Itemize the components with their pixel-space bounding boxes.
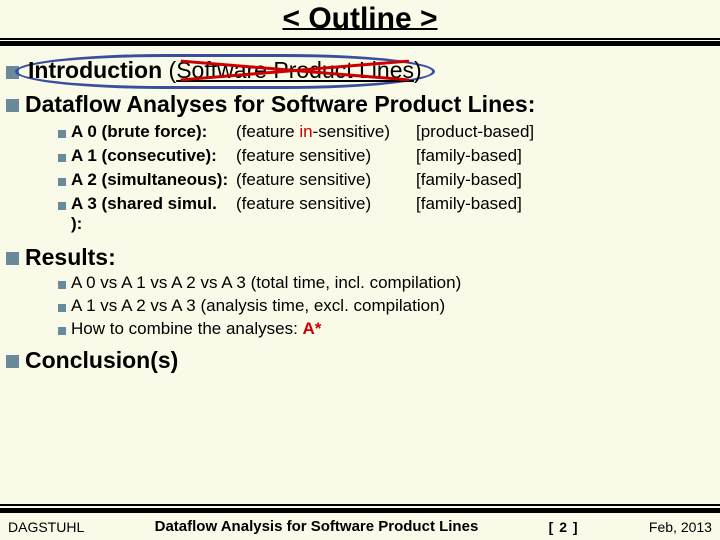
result-text: How to combine the analyses: A* <box>71 319 321 339</box>
bullet-icon <box>58 304 66 312</box>
basis-cell: [family-based] <box>416 170 566 190</box>
algo-name: A 3 (shared simul. ): <box>71 194 231 234</box>
basis-cell: [product-based] <box>416 122 566 142</box>
paren-close: ) <box>414 57 422 83</box>
bullet-icon <box>6 355 19 368</box>
table-row: A 0 (brute force): (feature in-sensitive… <box>58 122 712 142</box>
bullet-icon <box>58 154 66 162</box>
basis-cell: [family-based] <box>416 194 566 214</box>
intro-paren: (Software Product Lines) <box>169 57 422 83</box>
bullet-icon <box>58 178 66 186</box>
basis-cell: [family-based] <box>416 146 566 166</box>
bullet-icon <box>6 99 19 112</box>
footer-rule-thin <box>0 504 720 506</box>
footer-title: Dataflow Analysis for Software Product L… <box>155 518 479 535</box>
bullet-icon <box>58 202 66 210</box>
section-results: Results: <box>6 244 712 271</box>
algo-name: A 0 (brute force): <box>71 122 231 142</box>
section-conclusion: Conclusion(s) <box>6 347 712 374</box>
bullet-icon <box>6 252 19 265</box>
result-text: A 0 vs A 1 vs A 2 vs A 3 (total time, in… <box>71 273 461 293</box>
table-row: A 1 (consecutive): (feature sensitive) [… <box>58 146 712 166</box>
bullet-icon <box>58 281 66 289</box>
list-item: How to combine the analyses: A* <box>58 319 712 339</box>
dataflow-table: A 0 (brute force): (feature in-sensitive… <box>58 122 712 234</box>
title-rule-thin <box>0 38 720 40</box>
bullet-icon <box>58 130 66 138</box>
list-item: A 0 vs A 1 vs A 2 vs A 3 (total time, in… <box>58 273 712 293</box>
list-item: A 1 vs A 2 vs A 3 (analysis time, excl. … <box>58 296 712 316</box>
bullet-icon <box>58 327 66 335</box>
feature-cell: (feature sensitive) <box>236 194 411 214</box>
section-dataflow: Dataflow Analyses for Software Product L… <box>6 91 712 118</box>
conclusion-label: Conclusion(s) <box>25 347 178 374</box>
footer-date: Feb, 2013 <box>649 519 712 535</box>
struck-text: Software Product Lines <box>176 57 414 84</box>
intro-label: Introduction <box>28 57 162 83</box>
footer-left: DAGSTUHL <box>8 519 84 535</box>
paren-open: ( <box>169 57 177 83</box>
astar-label: A* <box>303 319 322 338</box>
result-text: A 1 vs A 2 vs A 3 (analysis time, excl. … <box>71 296 445 316</box>
algo-name: A 1 (consecutive): <box>71 146 231 166</box>
dataflow-label: Dataflow Analyses for Software Product L… <box>25 91 535 118</box>
slide-title: < Outline > <box>0 0 720 36</box>
table-row: A 3 (shared simul. ): (feature sensitive… <box>58 194 712 234</box>
feature-cell: (feature sensitive) <box>236 170 411 190</box>
table-row: A 2 (simultaneous): (feature sensitive) … <box>58 170 712 190</box>
struck-inner: Software Product Lines <box>176 57 414 83</box>
feature-cell: (feature in-sensitive) <box>236 122 411 142</box>
highlight-oval: Introduction (Software Product Lines) <box>15 54 435 89</box>
footer-page: [ 2 ] <box>549 519 579 535</box>
section-introduction: Introduction (Software Product Lines) <box>6 54 712 89</box>
slide-content: Introduction (Software Product Lines) Da… <box>0 46 720 374</box>
algo-name: A 2 (simultaneous): <box>71 170 231 190</box>
feature-cell: (feature sensitive) <box>236 146 411 166</box>
results-label: Results: <box>25 244 116 271</box>
slide-footer: DAGSTUHL Dataflow Analysis for Software … <box>0 508 720 540</box>
